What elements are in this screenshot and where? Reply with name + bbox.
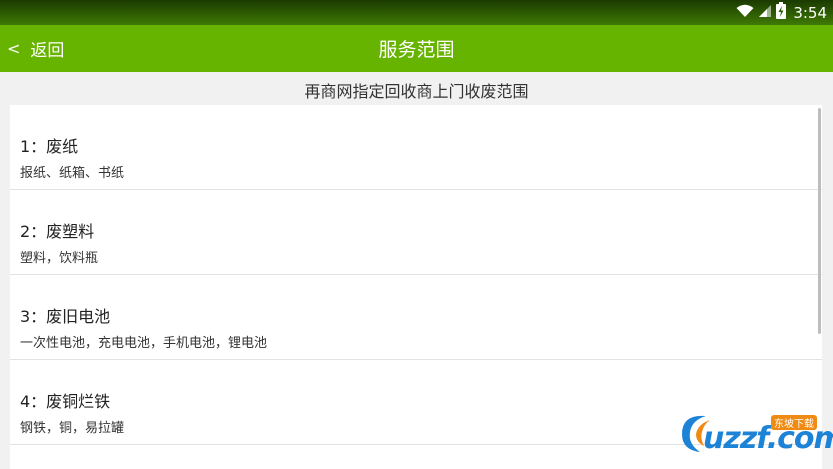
list-item-title: 4：废铜烂铁 [20,392,111,411]
watermark-badge: 东坡下载 [771,415,817,430]
watermark-logo: uzzf.com 东坡下载 [676,404,833,462]
list-item-description: 塑料，饮料瓶 [20,251,99,266]
list-item-title: 2：废塑料 [20,222,95,241]
list-item[interactable]: 2：废塑料 塑料，饮料瓶 [10,190,822,275]
battery-charging-icon [776,2,787,23]
section-subtitle: 再商网指定回收商上门收废范围 [304,82,529,101]
list-item[interactable]: 1：废纸 报纸、纸箱、书纸 [10,105,822,190]
list-item-title: 3：废旧电池 [20,307,111,326]
status-icons: 3:54 [736,2,827,23]
status-time: 3:54 [793,3,827,22]
signal-icon [758,3,772,22]
page-title: 服务范围 [378,39,455,61]
list-item-description: 报纸、纸箱、书纸 [20,166,125,181]
list-item[interactable]: 3：废旧电池 一次性电池，充电电池，手机电池，锂电池 [10,275,822,360]
title-bar: < 返回 服务范围 [0,25,833,72]
status-bar: 3:54 [0,0,833,25]
list-item-title: 1：废纸 [20,137,79,156]
scrollbar[interactable] [818,108,821,334]
list-item-description: 一次性电池，充电电池，手机电池，锂电池 [20,336,268,351]
wifi-icon [736,3,754,22]
list-item-description: 钢铁，铜，易拉罐 [20,421,125,436]
